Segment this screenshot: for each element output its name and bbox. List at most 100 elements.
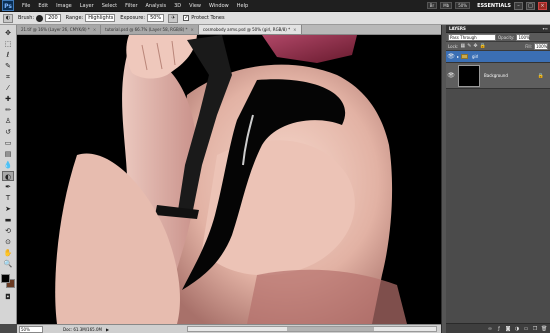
menu-file[interactable]: File [18, 0, 34, 12]
layers-panel-header: LAYERS ▾≡ [446, 25, 550, 33]
tab-label: tutorial.psd @ 66.7% (Layer 58, RGB/8) * [105, 27, 188, 32]
tab-tutorial-psd[interactable]: tutorial.psd @ 66.7% (Layer 58, RGB/8) *… [101, 25, 199, 34]
menu-analysis[interactable]: Analysis [142, 0, 171, 12]
link-icon[interactable]: ∞ [487, 326, 493, 332]
opacity-field[interactable]: 100% [516, 33, 531, 41]
gradient-tool-icon[interactable]: ▤ [2, 149, 14, 159]
blend-mode-select[interactable]: Pass Through [448, 33, 496, 41]
eraser-tool-icon[interactable]: ▭ [2, 138, 14, 148]
folder-icon[interactable]: ▭ [523, 326, 529, 332]
tools-panel: ✥ ⬚ ℓ ✎ ⌗ ⁄ ✚ ✏ ♙ ↺ ▭ ▤ 💧 ◐ ✒ T ➤ ▬ ⟲ ⊙ … [0, 25, 17, 324]
quick-mask-icon[interactable]: ◘ [2, 292, 14, 302]
brush-preview-icon[interactable] [36, 14, 44, 22]
dodge-tool-preset-icon[interactable]: ◐ [3, 13, 13, 23]
menu-view[interactable]: View [185, 0, 205, 12]
opacity-label: Opacity: [498, 34, 515, 40]
bridge-button[interactable]: Br [426, 2, 438, 9]
app-bar-right: Br Mb 50% ESSENTIALS – □ × [426, 1, 547, 10]
3d-camera-tool-icon[interactable]: ⊙ [2, 237, 14, 247]
menu-filter[interactable]: Filter [121, 0, 141, 12]
lock-fill-row: Lock: ▦ ✎ ✥ 🔒 Fill: 100% [446, 42, 550, 51]
range-select[interactable]: Highlights [85, 14, 116, 22]
fx-icon[interactable]: ƒ [496, 326, 502, 332]
eyedropper-tool-icon[interactable]: ⁄ [2, 83, 14, 93]
lock-all-icon[interactable]: 🔒 [480, 43, 486, 49]
menu-bar: Ps File Edit Image Layer Select Filter A… [0, 0, 550, 12]
tab-close-icon[interactable]: × [293, 25, 296, 34]
horizontal-scrollbar[interactable] [187, 326, 437, 332]
airbrush-icon[interactable]: ✈ [168, 13, 179, 23]
eye-icon[interactable]: 👁 [447, 72, 455, 79]
tab-cosmobody-arms[interactable]: cosmobody arms.psd @ 50% (girl, RGB/8) *… [198, 25, 302, 34]
menu-window[interactable]: Window [205, 0, 233, 12]
lock-pixels-icon[interactable]: ✎ [467, 43, 471, 49]
menu-layer[interactable]: Layer [76, 0, 98, 12]
path-select-tool-icon[interactable]: ➤ [2, 204, 14, 214]
adjustment-icon[interactable]: ◑ [514, 326, 520, 332]
artwork-image [55, 35, 407, 324]
photoshop-logo: Ps [2, 0, 14, 11]
protect-tones-checkbox[interactable]: ✓ [183, 15, 190, 21]
healing-brush-tool-icon[interactable]: ✚ [2, 94, 14, 104]
document-tabs: 21.tif @ 16% (Layer 26, CMYK/8) * × tuto… [17, 25, 441, 35]
tab-layers[interactable]: LAYERS [449, 26, 466, 31]
menu-3d[interactable]: 3D [170, 0, 185, 12]
marquee-tool-icon[interactable]: ⬚ [2, 39, 14, 49]
crop-tool-icon[interactable]: ⌗ [2, 72, 14, 82]
document-canvas[interactable] [17, 35, 441, 324]
status-menu-arrow-icon[interactable]: ▶ [106, 327, 109, 332]
workspace-switcher[interactable]: ESSENTIALS [477, 3, 511, 9]
fill-field[interactable]: 100% [534, 42, 548, 50]
dodge-tool-icon[interactable]: ◐ [2, 171, 14, 181]
tab-close-icon[interactable]: × [93, 25, 96, 34]
brush-tool-icon[interactable]: ✏ [2, 105, 14, 115]
hand-tool-icon[interactable]: ✋ [2, 248, 14, 258]
history-brush-tool-icon[interactable]: ↺ [2, 127, 14, 137]
tab-21-tif[interactable]: 21.tif @ 16% (Layer 26, CMYK/8) * × [17, 25, 102, 34]
zoom-level-button[interactable]: 50% [455, 2, 471, 9]
layer-row-background[interactable]: 👁 Background 🔒 [446, 63, 550, 89]
zoom-field[interactable]: 50% [19, 325, 43, 333]
eye-icon[interactable]: 👁 [447, 53, 455, 60]
clone-stamp-tool-icon[interactable]: ♙ [2, 116, 14, 126]
mini-bridge-button[interactable]: Mb [440, 2, 453, 9]
tab-label: 21.tif @ 16% (Layer 26, CMYK/8) * [21, 27, 90, 32]
panel-menu-icon[interactable]: ▾≡ [543, 26, 548, 31]
brush-size-field[interactable]: 200 [45, 14, 61, 22]
exposure-field[interactable]: 50% [147, 14, 165, 22]
brush-label: Brush: [18, 15, 35, 21]
lasso-tool-icon[interactable]: ℓ [2, 50, 14, 60]
foreground-color-swatch[interactable] [1, 274, 10, 283]
blur-tool-icon[interactable]: 💧 [2, 160, 14, 170]
quick-select-tool-icon[interactable]: ✎ [2, 61, 14, 71]
layers-panel-footer: ∞ ƒ ◙ ◑ ▭ ❐ 🗑 [446, 323, 550, 333]
lock-transparent-icon[interactable]: ▦ [460, 43, 465, 49]
layer-row-girl[interactable]: 👁 ▸ girl [446, 51, 550, 63]
pen-tool-icon[interactable]: ✒ [2, 182, 14, 192]
lock-label: Lock: [448, 43, 459, 49]
trash-icon[interactable]: 🗑 [541, 326, 547, 332]
tab-close-icon[interactable]: × [191, 25, 194, 34]
menu-image[interactable]: Image [52, 0, 76, 12]
expand-arrow-icon[interactable]: ▸ [457, 54, 459, 59]
scrollbar-thumb[interactable] [287, 327, 374, 331]
shape-tool-icon[interactable]: ▬ [2, 215, 14, 225]
lock-position-icon[interactable]: ✥ [473, 43, 477, 49]
new-layer-icon[interactable]: ❐ [532, 326, 538, 332]
tab-label: cosmobody arms.psd @ 50% (girl, RGB/8) * [202, 27, 291, 32]
3d-rotate-tool-icon[interactable]: ⟲ [2, 226, 14, 236]
maximize-button[interactable]: □ [526, 1, 535, 10]
minimize-button[interactable]: – [514, 1, 523, 10]
menu-edit[interactable]: Edit [34, 0, 52, 12]
menu-select[interactable]: Select [98, 0, 121, 12]
fill-label: Fill: [525, 43, 532, 49]
menu-help[interactable]: Help [233, 0, 252, 12]
type-tool-icon[interactable]: T [2, 193, 14, 203]
mask-icon[interactable]: ◙ [505, 326, 511, 332]
blend-opacity-row: Pass Through Opacity: 100% [446, 33, 550, 42]
folder-icon [461, 54, 469, 59]
move-tool-icon[interactable]: ✥ [2, 28, 14, 38]
close-window-button[interactable]: × [538, 1, 547, 10]
layer-name: Background [484, 73, 508, 78]
zoom-tool-icon[interactable]: 🔍 [2, 259, 14, 269]
